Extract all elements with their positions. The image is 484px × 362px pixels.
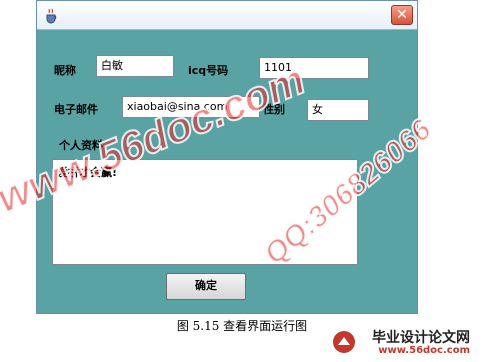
nickname-field[interactable]: 白敏 — [96, 55, 174, 77]
gender-field[interactable]: 女 — [307, 99, 369, 121]
email-label: 电子邮件 — [54, 103, 98, 116]
footer-logo-url: www.56doc.com — [378, 345, 470, 356]
ok-button[interactable]: 确定 — [166, 273, 246, 300]
nickname-label: 昵称 — [54, 64, 76, 77]
footer-logo-title: 毕业设计论文网 — [372, 330, 470, 346]
app-window: ✕ 昵称 白敏 icq号码 1101 电子邮件 xiaobai@sina.com… — [36, 0, 418, 314]
close-button[interactable]: ✕ — [391, 5, 413, 25]
footer-logo: 毕业设计论文网 www.56doc.com — [330, 327, 480, 359]
email-field[interactable]: xiaobai@sina.com — [122, 96, 260, 118]
profile-textarea[interactable]: 爱拼才会赢! — [52, 159, 358, 265]
title-bar: ✕ — [37, 1, 417, 30]
icq-label: icq号码 — [188, 64, 229, 77]
icq-field[interactable]: 1101 — [259, 57, 369, 79]
gender-label: 性别 — [263, 103, 285, 116]
logo-mark-icon — [333, 331, 355, 353]
java-coffee-icon — [46, 8, 57, 24]
profile-label: 个人资料 — [59, 139, 103, 152]
